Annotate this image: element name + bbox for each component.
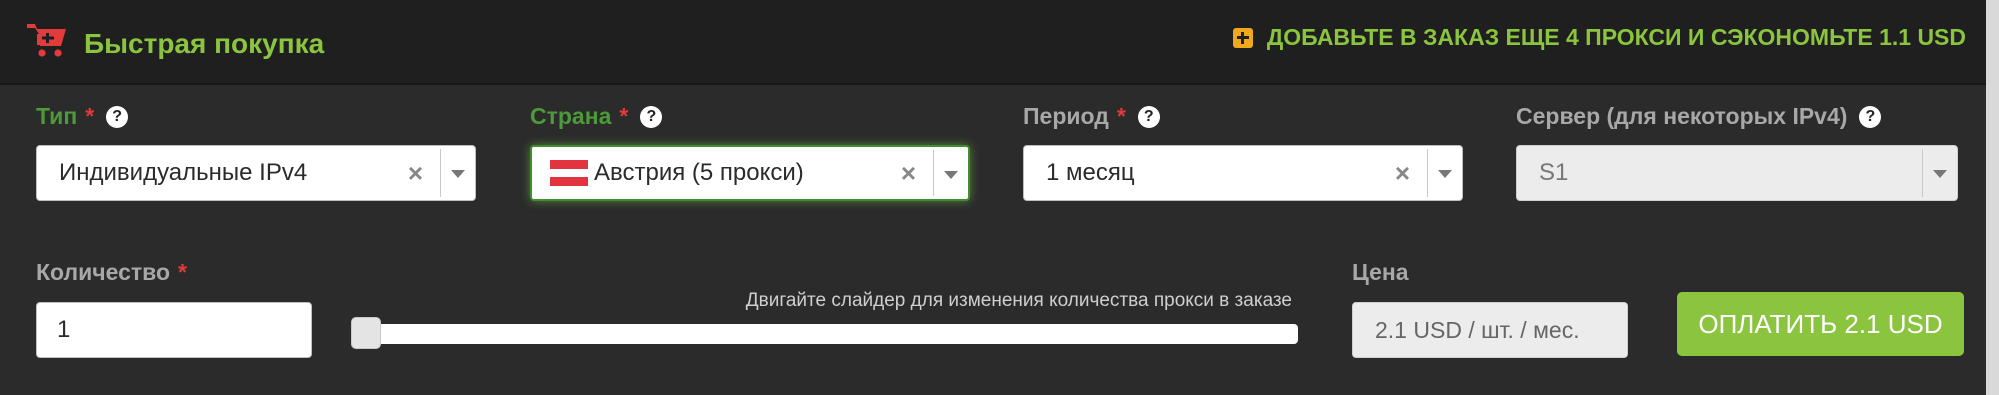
- country-label: Страна * ?: [530, 103, 663, 130]
- austria-flag-icon: [550, 160, 588, 186]
- type-select[interactable]: Индивидуальные IPv4 ×: [36, 145, 476, 201]
- shopping-cart-icon: [27, 24, 66, 57]
- panel-header: Быстрая покупка ДОБАВЬТЕ В ЗАКАЗ ЕЩЕ 4 П…: [0, 0, 1999, 85]
- quick-purchase-panel: Быстрая покупка ДОБАВЬТЕ В ЗАКАЗ ЕЩЕ 4 П…: [0, 0, 1999, 395]
- scrollbar[interactable]: [1986, 0, 1999, 395]
- clear-icon[interactable]: ×: [901, 147, 916, 199]
- help-icon[interactable]: ?: [1859, 105, 1882, 128]
- server-label: Сервер (для некоторых IPv4) ?: [1516, 103, 1882, 130]
- server-label-text: Сервер (для некоторых IPv4): [1516, 103, 1848, 129]
- select-divider: [933, 150, 934, 196]
- period-select-value: 1 месяц: [1046, 159, 1135, 186]
- chevron-down-icon[interactable]: [1933, 170, 1947, 178]
- server-select-value: S1: [1539, 159, 1569, 186]
- select-divider: [1922, 149, 1923, 197]
- select-divider: [440, 149, 441, 197]
- clear-icon[interactable]: ×: [1395, 146, 1410, 200]
- quantity-input[interactable]: 1: [36, 302, 312, 358]
- period-label: Период * ?: [1023, 103, 1160, 130]
- chevron-down-icon[interactable]: [944, 171, 958, 179]
- help-icon[interactable]: ?: [640, 105, 663, 128]
- type-label-text: Тип: [36, 103, 78, 129]
- period-select[interactable]: 1 месяц ×: [1023, 145, 1463, 201]
- pay-button[interactable]: ОПЛАТИТЬ 2.1 USD: [1677, 292, 1964, 356]
- slider-hint: Двигайте слайдер для изменения количеств…: [745, 290, 1292, 311]
- country-label-text: Страна: [530, 103, 612, 129]
- help-icon[interactable]: ?: [106, 105, 129, 128]
- chevron-down-icon[interactable]: [1438, 170, 1452, 178]
- type-label: Тип * ?: [36, 103, 129, 130]
- type-select-value: Индивидуальные IPv4: [59, 159, 308, 186]
- country-select[interactable]: Австрия (5 прокси) ×: [530, 145, 970, 201]
- period-label-text: Период: [1023, 103, 1109, 129]
- required-marker: *: [85, 103, 95, 129]
- quantity-slider-track[interactable]: [352, 324, 1298, 344]
- price-value: 2.1 USD / шт. / мес.: [1352, 302, 1628, 358]
- country-select-content: Австрия (5 прокси): [550, 147, 804, 199]
- select-divider: [1427, 149, 1428, 197]
- quantity-slider-handle[interactable]: [351, 317, 381, 349]
- clear-icon[interactable]: ×: [408, 146, 423, 200]
- required-marker: *: [1116, 103, 1126, 129]
- required-marker: *: [619, 103, 629, 129]
- server-select[interactable]: S1: [1516, 145, 1958, 201]
- promo-text: ДОБАВЬТЕ В ЗАКАЗ ЕЩЕ 4 ПРОКСИ И СЭКОНОМЬ…: [1266, 24, 1966, 50]
- quantity-label-text: Количество: [36, 259, 171, 285]
- promo-link[interactable]: ДОБАВЬТЕ В ЗАКАЗ ЕЩЕ 4 ПРОКСИ И СЭКОНОМЬ…: [1232, 24, 1966, 51]
- panel-title: Быстрая покупка: [84, 28, 325, 59]
- chevron-down-icon[interactable]: [451, 170, 465, 178]
- price-label: Цена: [1352, 259, 1409, 285]
- help-icon[interactable]: ?: [1137, 105, 1160, 128]
- required-marker: *: [178, 259, 187, 285]
- plus-square-icon: [1232, 27, 1253, 48]
- quantity-label: Количество *: [36, 259, 187, 286]
- country-select-value: Австрия (5 прокси): [594, 159, 804, 186]
